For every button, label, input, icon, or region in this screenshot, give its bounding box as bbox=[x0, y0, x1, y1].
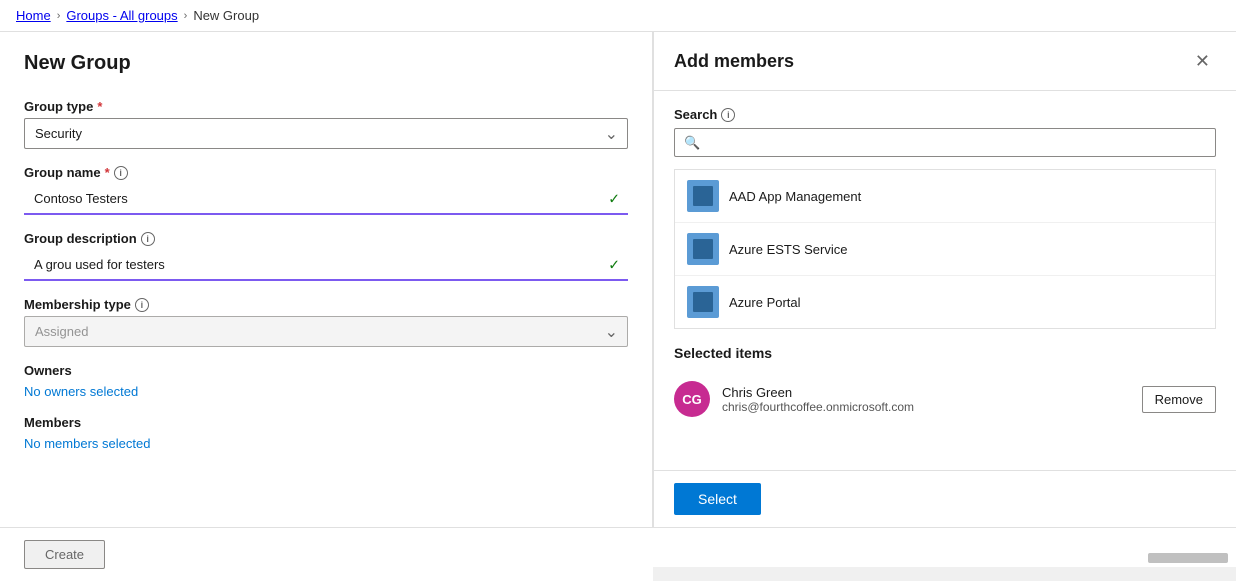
group-name-label: Group name * i bbox=[24, 165, 628, 180]
membership-type-info-icon[interactable]: i bbox=[135, 298, 149, 312]
selected-email-1: chris@fourthcoffee.onmicrosoft.com bbox=[722, 400, 1130, 414]
horizontal-scrollbar-thumb[interactable] bbox=[1148, 553, 1228, 563]
group-description-input[interactable] bbox=[24, 250, 628, 279]
group-description-checkmark: ✓ bbox=[608, 256, 620, 273]
group-name-required: * bbox=[105, 165, 110, 180]
no-members-link[interactable]: No members selected bbox=[24, 436, 150, 451]
selected-items-label: Selected items bbox=[674, 345, 1216, 361]
result-name-2: Azure ESTS Service bbox=[729, 242, 848, 257]
group-name-input[interactable] bbox=[24, 184, 628, 213]
membership-type-field: Membership type i Assigned bbox=[24, 297, 628, 347]
panel-title: Add members bbox=[674, 51, 794, 72]
selected-avatar-1: CG bbox=[674, 381, 710, 417]
panel-header: Add members ✕ bbox=[654, 32, 1236, 91]
group-description-input-wrapper: ✓ bbox=[24, 250, 628, 281]
breadcrumb-sep-2: › bbox=[184, 10, 188, 22]
select-button[interactable]: Select bbox=[674, 483, 761, 515]
members-label: Members bbox=[24, 415, 628, 430]
panel-footer: Select bbox=[654, 470, 1236, 527]
results-list: AAD App Management Azure ESTS Service Az… bbox=[674, 169, 1216, 329]
no-owners-link[interactable]: No owners selected bbox=[24, 384, 138, 399]
selected-item-1: CG Chris Green chris@fourthcoffee.onmicr… bbox=[674, 373, 1216, 425]
result-name-1: AAD App Management bbox=[729, 189, 861, 204]
search-wrapper: 🔍 bbox=[674, 128, 1216, 157]
membership-type-select-wrapper: Assigned bbox=[24, 316, 628, 347]
result-avatar-inner-2 bbox=[693, 239, 713, 259]
owners-label: Owners bbox=[24, 363, 628, 378]
result-avatar-3 bbox=[687, 286, 719, 318]
left-panel: New Group Group type * Security Microsof… bbox=[0, 32, 653, 527]
breadcrumb-sep-1: › bbox=[57, 10, 61, 22]
group-type-label: Group type * bbox=[24, 99, 628, 114]
close-button[interactable]: ✕ bbox=[1189, 48, 1216, 74]
result-item-1[interactable]: AAD App Management bbox=[675, 170, 1215, 223]
result-name-3: Azure Portal bbox=[729, 295, 801, 310]
result-avatar-inner-3 bbox=[693, 292, 713, 312]
owners-section: Owners No owners selected bbox=[24, 363, 628, 399]
result-item-2[interactable]: Azure ESTS Service bbox=[675, 223, 1215, 276]
group-name-info-icon[interactable]: i bbox=[114, 166, 128, 180]
result-avatar-inner-1 bbox=[693, 186, 713, 206]
search-info-icon[interactable]: i bbox=[721, 108, 735, 122]
bottom-left-bar: Create bbox=[0, 527, 653, 581]
breadcrumb-current: New Group bbox=[193, 8, 259, 23]
membership-type-select[interactable]: Assigned bbox=[24, 316, 628, 347]
selected-name-1: Chris Green bbox=[722, 385, 1130, 400]
group-description-info-icon[interactable]: i bbox=[141, 232, 155, 246]
selected-info-1: Chris Green chris@fourthcoffee.onmicroso… bbox=[722, 385, 1130, 414]
search-icon: 🔍 bbox=[684, 135, 700, 151]
search-input[interactable] bbox=[674, 128, 1216, 157]
group-description-field: Group description i ✓ bbox=[24, 231, 628, 281]
bottom-area: Create bbox=[0, 527, 1236, 581]
panel-body: Search i 🔍 AAD App Management bbox=[654, 91, 1236, 470]
members-section: Members No members selected bbox=[24, 415, 628, 451]
breadcrumb-home[interactable]: Home bbox=[16, 8, 51, 23]
right-panel: Add members ✕ Search i 🔍 AAD App Managem… bbox=[653, 32, 1236, 527]
result-item-3[interactable]: Azure Portal bbox=[675, 276, 1215, 328]
breadcrumb: Home › Groups - All groups › New Group bbox=[0, 0, 1236, 32]
group-name-checkmark: ✓ bbox=[608, 190, 620, 207]
group-type-select[interactable]: Security Microsoft 365 bbox=[24, 118, 628, 149]
right-scrollbar-bottom bbox=[653, 527, 1236, 567]
group-name-input-wrapper: ✓ bbox=[24, 184, 628, 215]
remove-button-1[interactable]: Remove bbox=[1142, 386, 1216, 413]
breadcrumb-groups[interactable]: Groups - All groups bbox=[66, 8, 177, 23]
search-label: Search i bbox=[674, 107, 1216, 122]
create-button[interactable]: Create bbox=[24, 540, 105, 569]
membership-type-label: Membership type i bbox=[24, 297, 628, 312]
page-title: New Group bbox=[24, 52, 628, 75]
result-avatar-1 bbox=[687, 180, 719, 212]
result-avatar-2 bbox=[687, 233, 719, 265]
group-type-select-wrapper: Security Microsoft 365 bbox=[24, 118, 628, 149]
group-name-field: Group name * i ✓ bbox=[24, 165, 628, 215]
group-type-field: Group type * Security Microsoft 365 bbox=[24, 99, 628, 149]
group-description-label: Group description i bbox=[24, 231, 628, 246]
group-type-required: * bbox=[97, 99, 102, 114]
